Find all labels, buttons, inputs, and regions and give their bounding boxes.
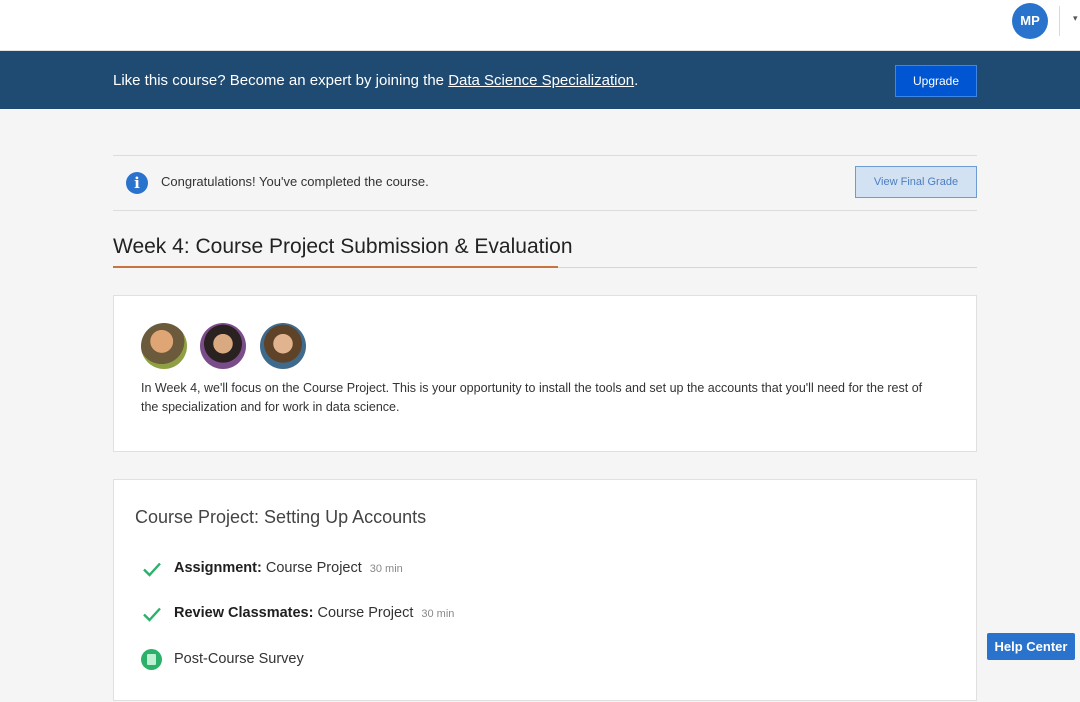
item-name: Course Project: [265, 560, 362, 576]
top-nav-bar: MP ▾: [0, 0, 1080, 51]
lesson-item-label: Assignment: Course Project 30 min: [174, 560, 403, 576]
survey-icon: [141, 649, 162, 670]
item-duration: 30 min: [369, 563, 403, 575]
specialization-link[interactable]: Data Science Specialization: [448, 72, 634, 89]
week-intro-text: In Week 4, we'll focus on the Course Pro…: [141, 381, 923, 414]
checkmark-icon: [143, 562, 161, 577]
lesson-card: Course Project: Setting Up Accounts Assi…: [113, 479, 977, 701]
checkmark-icon: [143, 607, 161, 622]
lesson-item-label: Review Classmates: Course Project 30 min: [174, 605, 454, 621]
item-duration: 30 min: [421, 608, 455, 620]
banner-message: Like this course? Become an expert by jo…: [113, 72, 638, 89]
item-type: Assignment:: [174, 560, 262, 576]
instructor-avatar[interactable]: [259, 323, 306, 369]
title-underline-accent: [113, 266, 558, 268]
item-name: Course Project: [317, 605, 414, 621]
upgrade-button[interactable]: Upgrade: [895, 65, 977, 97]
item-type: Review Classmates:: [174, 605, 314, 621]
item-name: Post-Course Survey: [174, 651, 304, 667]
view-final-grade-button[interactable]: View Final Grade: [855, 166, 977, 198]
completion-notice: i Congratulations! You've completed the …: [113, 155, 977, 211]
banner-text-suffix: .: [634, 72, 639, 89]
info-icon: i: [126, 172, 148, 194]
lesson-title: Course Project: Setting Up Accounts: [135, 507, 427, 527]
banner-text-prefix: Like this course? Become an expert by jo…: [113, 72, 449, 89]
help-center-button[interactable]: Help Center: [987, 633, 1075, 660]
user-avatar[interactable]: MP: [1012, 3, 1048, 39]
lesson-item-label: Post-Course Survey: [174, 651, 304, 667]
nav-divider: [1059, 6, 1060, 36]
chevron-down-icon[interactable]: ▾: [1073, 13, 1078, 24]
instructor-avatar[interactable]: [141, 323, 187, 369]
completion-message: Congratulations! You've completed the co…: [161, 174, 429, 189]
week-title: Week 4: Course Project Submission & Eval…: [113, 235, 573, 258]
instructor-avatars: [141, 323, 315, 374]
week-intro-card: In Week 4, we'll focus on the Course Pro…: [113, 295, 977, 452]
instructor-avatar[interactable]: [200, 323, 247, 369]
specialization-banner: Like this course? Become an expert by jo…: [0, 51, 1080, 109]
